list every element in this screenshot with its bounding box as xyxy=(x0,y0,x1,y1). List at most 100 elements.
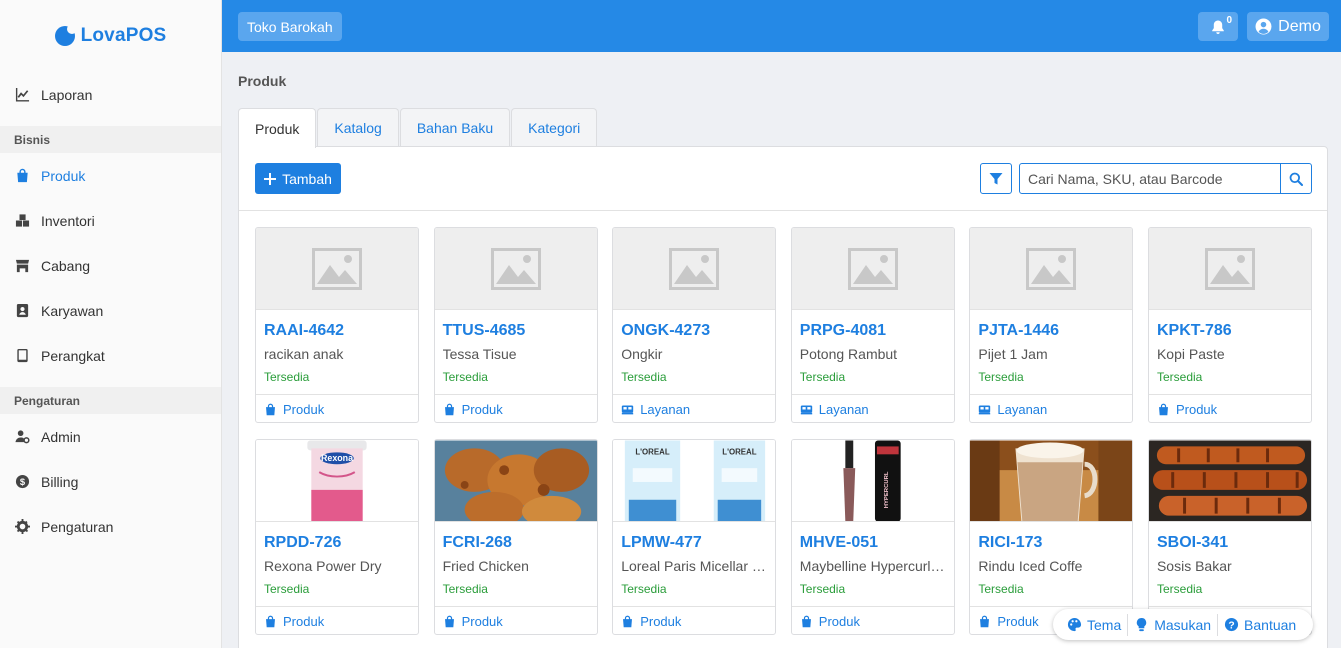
logo-text: LovaPOS xyxy=(80,25,167,46)
product-card[interactable]: L'OREAL L'OREAL LPMW-477 Loreal Paris Micel… xyxy=(612,439,777,635)
product-card[interactable]: FCRI-268 Fried Chicken Tersedia Produk xyxy=(433,439,598,635)
product-info: MHVE-051 Maybelline Hypercurl Volum Expre… xyxy=(791,522,954,607)
sidebar-item-produk[interactable]: Produk xyxy=(0,153,221,198)
sidebar-item-inventori[interactable]: Inventori xyxy=(0,198,221,243)
product-sku[interactable]: RAAI-4642 xyxy=(264,322,410,340)
product-card[interactable]: PRPG-4081 Potong Rambut Tersedia Layanan xyxy=(790,227,955,423)
product-sku[interactable]: RPDD-726 xyxy=(264,534,410,552)
product-type: Produk xyxy=(1149,395,1311,422)
product-sku[interactable]: LPMW-477 xyxy=(621,534,767,552)
product-type-label: Layanan xyxy=(818,401,869,417)
product-sku[interactable]: ONGK-4273 xyxy=(621,322,767,340)
sidebar-item-admin[interactable]: Admin xyxy=(0,414,221,459)
stock-status: Tersedia xyxy=(978,370,1024,384)
mascara-photo: HYPERCURL xyxy=(791,440,954,521)
product-name: Potong Rambut xyxy=(799,346,898,362)
product-info: PRPG-4081 Potong Rambut Tersedia xyxy=(791,310,954,395)
boxes-icon xyxy=(15,214,29,227)
product-card[interactable]: ONGK-4273 Ongkir Tersedia Layanan xyxy=(612,227,777,423)
user-menu-button[interactable]: Demo xyxy=(1247,12,1329,41)
product-card[interactable]: SBOI-341Sosis BakarTersediaProduk xyxy=(1147,439,1312,635)
stock-status: Tersedia xyxy=(1156,370,1203,384)
product-info: FCRI-268 Fried Chicken Tersedia xyxy=(434,522,597,607)
help-masukan-button[interactable]: Masukan xyxy=(1128,609,1217,640)
sidebar-item-laporan[interactable]: Laporan xyxy=(0,72,221,117)
notification-button[interactable]: 0 xyxy=(1198,12,1238,41)
help-bantuan-button[interactable]: ? Bantuan xyxy=(1218,609,1302,640)
product-sku[interactable]: RICI-173 xyxy=(978,534,1124,552)
sidebar-section-title: Pengaturan xyxy=(0,387,221,414)
stock-status: Tersedia xyxy=(442,582,488,596)
sidebar-icon-wrap xyxy=(14,303,30,319)
product-info: ONGK-4273 Ongkir Tersedia xyxy=(613,310,776,395)
product-sku[interactable]: PJTA-1446 xyxy=(978,322,1124,340)
product-name: racikan anak xyxy=(264,346,344,362)
hands-service-icon xyxy=(622,404,634,414)
tab-bahan-baku[interactable]: Bahan Baku xyxy=(399,108,511,147)
product-sku[interactable]: FCRI-268 xyxy=(443,534,589,552)
product-sku[interactable]: PRPG-4081 xyxy=(800,322,946,340)
store-selector-button[interactable]: Toko Barokah xyxy=(238,12,342,41)
tab-kategori[interactable]: Kategori xyxy=(511,108,598,147)
sidebar-item-karyawan[interactable]: Karyawan xyxy=(0,288,221,333)
product-card[interactable]: KPKT-786 Kopi Paste Tersedia Produk xyxy=(1147,227,1312,423)
shopping-bag-icon xyxy=(980,615,990,627)
sidebar-item-cabang[interactable]: Cabang xyxy=(0,243,221,288)
bell-icon xyxy=(1212,20,1224,34)
sidebar-item-perangkat[interactable]: Perangkat xyxy=(0,333,221,378)
tab-katalog[interactable]: Katalog xyxy=(317,108,399,147)
product-thumbnail xyxy=(434,440,597,522)
product-sku[interactable]: KPKT-786 xyxy=(1157,322,1303,340)
sidebar-icon-wrap: $ xyxy=(14,474,30,490)
tab-produk[interactable]: Produk xyxy=(238,108,317,148)
sidebar-item-billing[interactable]: $ Billing xyxy=(0,459,221,504)
product-card[interactable]: RAAI-4642 racikan anak Tersedia Produk xyxy=(255,227,419,423)
search-button[interactable] xyxy=(1280,164,1311,193)
product-card[interactable]: RICI-173 Rindu Iced Coffe Tersedia Produk xyxy=(969,439,1134,635)
search-box xyxy=(1019,163,1312,194)
stock-status: Tersedia xyxy=(621,582,667,596)
sidebar-item-pengaturan[interactable]: Pengaturan xyxy=(0,504,221,549)
product-type: Produk xyxy=(435,395,597,422)
product-card[interactable]: Rexona RPDD-726 Rexona Power Dry Tersedia Pr… xyxy=(255,439,419,635)
app-logo[interactable]: LovaPOS xyxy=(0,0,221,72)
help-tema-button[interactable]: Tema xyxy=(1061,609,1127,640)
product-info: LPMW-477 Loreal Paris Micellar Water Terse… xyxy=(613,522,776,607)
product-name: Maybelline Hypercurl Volum Express xyxy=(799,558,946,574)
user-cog-icon xyxy=(14,430,30,444)
logo-icon xyxy=(54,24,77,46)
svg-text:$: $ xyxy=(19,477,25,487)
sidebar-item-label: Produk xyxy=(41,167,86,184)
product-type-label: Produk xyxy=(997,613,1039,629)
product-name: Fried Chicken xyxy=(442,558,529,574)
product-thumbnail xyxy=(791,228,954,310)
product-thumbnail xyxy=(970,440,1133,522)
help-label: Masukan xyxy=(1154,616,1212,633)
product-sku[interactable]: MHVE-051 xyxy=(800,534,946,552)
sidebar-item-label: Billing xyxy=(41,473,79,490)
toolbar: Tambah xyxy=(239,147,1327,211)
user-name: Demo xyxy=(1278,17,1321,35)
product-card[interactable]: HYPERCURL MHVE-051 Maybelline Hypercurl Vo… xyxy=(790,439,955,635)
product-type: Produk xyxy=(792,607,954,634)
product-card[interactable]: TTUS-4685 Tessa Tisue Tersedia Produk xyxy=(433,227,598,423)
product-type-label: Produk xyxy=(283,613,325,629)
product-type-label: Produk xyxy=(640,613,682,629)
product-type: Produk xyxy=(435,607,597,634)
product-card[interactable]: PJTA-1446 Pijet 1 Jam Tersedia Layanan xyxy=(969,227,1134,423)
filter-button[interactable] xyxy=(980,163,1012,194)
product-sku[interactable]: SBOI-341 xyxy=(1157,534,1303,552)
product-sku[interactable]: TTUS-4685 xyxy=(443,322,589,340)
search-input[interactable] xyxy=(1020,164,1280,193)
deodorant-photo: Rexona xyxy=(256,440,418,521)
image-placeholder-icon xyxy=(1026,247,1077,290)
svg-text:HYPERCURL: HYPERCURL xyxy=(884,471,890,508)
shopping-bag-icon xyxy=(801,615,811,627)
product-thumbnail xyxy=(1148,440,1311,522)
stock-status: Tersedia xyxy=(799,582,846,596)
image-placeholder-icon xyxy=(490,247,541,290)
micellar-water-photo: L'OREAL L'OREAL xyxy=(613,440,776,521)
add-product-button[interactable]: Tambah xyxy=(255,163,341,194)
sidebar-item-label: Cabang xyxy=(41,257,91,274)
sidebar-item-label: Pengaturan xyxy=(41,518,114,535)
